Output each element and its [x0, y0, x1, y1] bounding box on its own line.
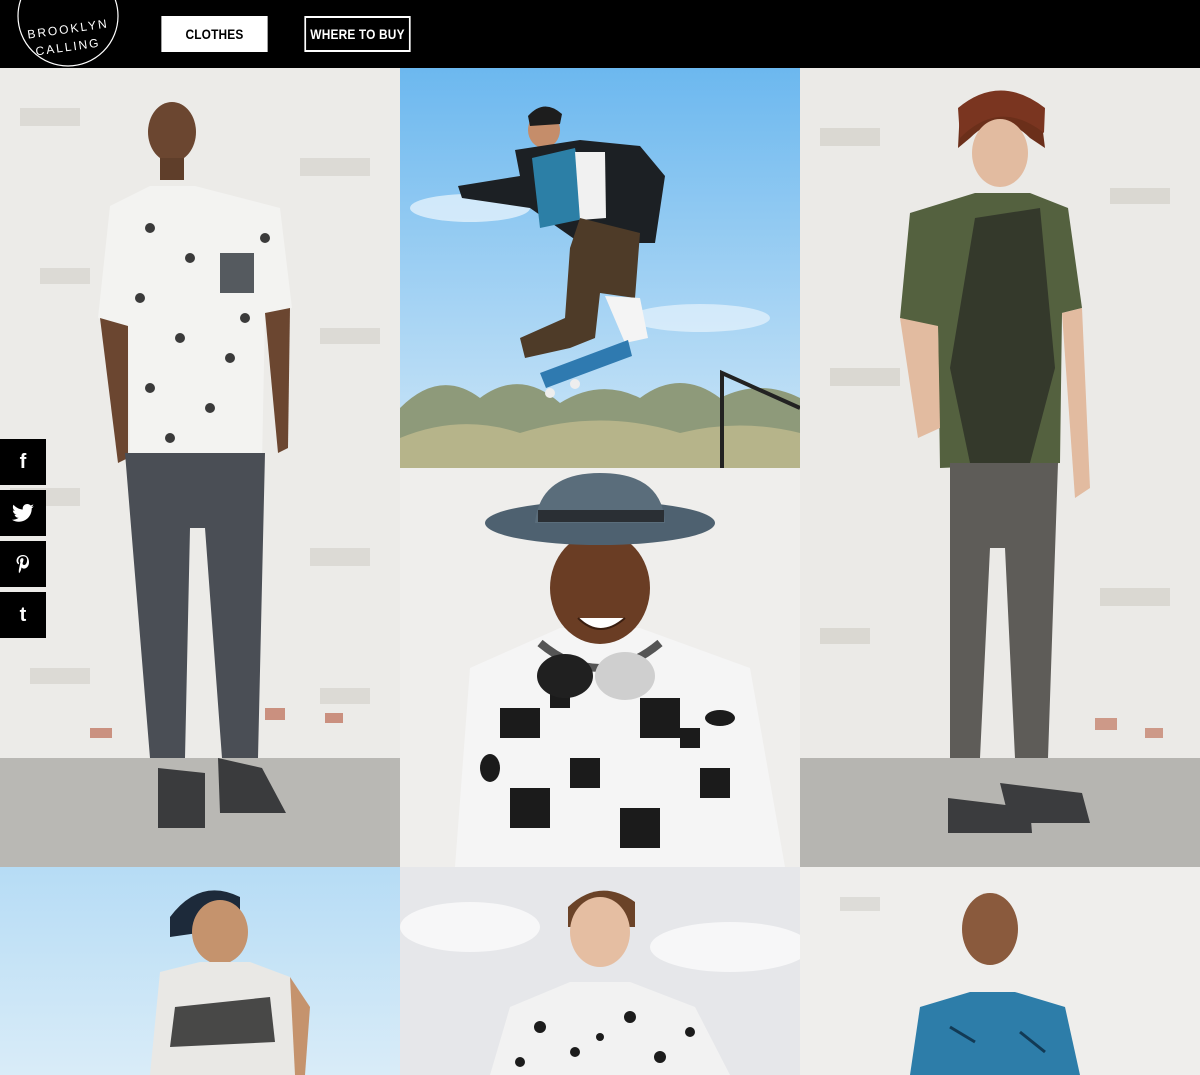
facebook-share-button[interactable]: f: [0, 439, 46, 485]
pinterest-share-button[interactable]: [0, 541, 46, 587]
tumblr-icon: t: [19, 603, 27, 626]
photo-model-comic-tee-hat[interactable]: [400, 468, 800, 867]
twitter-icon: [12, 504, 34, 522]
clothes-button[interactable]: CLOTHES: [161, 16, 268, 52]
brooklyn-calling-logo[interactable]: BROOKLYN CALLING: [16, 0, 120, 68]
twitter-share-button[interactable]: [0, 490, 46, 536]
photo-model-blue-tee[interactable]: [800, 867, 1200, 1075]
photo-model-splatter-shirt[interactable]: [400, 867, 800, 1075]
photo-model-nyc-tank[interactable]: [0, 867, 400, 1075]
facebook-icon: f: [19, 450, 27, 473]
site-header: BROOKLYN CALLING CLOTHES WHERE TO BUY: [0, 0, 1200, 68]
photo-model-green-tee[interactable]: [800, 68, 1200, 867]
where-to-buy-button[interactable]: WHERE TO BUY: [304, 16, 411, 52]
photo-skateboarder-jump[interactable]: [400, 68, 800, 468]
photo-model-white-print-tee[interactable]: [0, 68, 400, 867]
pinterest-icon: [16, 555, 29, 574]
tumblr-share-button[interactable]: t: [0, 592, 46, 638]
